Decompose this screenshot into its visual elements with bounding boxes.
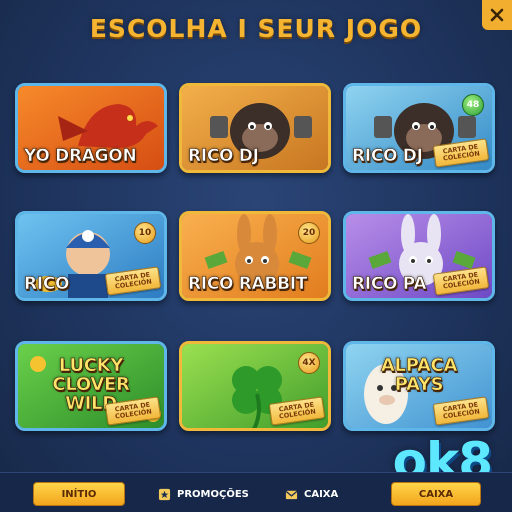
game-title: RICO: [24, 274, 70, 295]
count-badge: 48: [462, 94, 484, 116]
nav-caixa-label: CAIXA: [304, 488, 339, 500]
game-title: ALPACA PAYS: [380, 355, 458, 395]
caixa-button[interactable]: CAIXA: [391, 482, 481, 506]
game-tile[interactable]: ALPACA PAYS CARTA DE COLECIÓN: [343, 341, 495, 431]
count-badge: 4X: [298, 352, 320, 374]
gift-icon: [158, 488, 171, 500]
count-badge: 20: [298, 222, 320, 244]
game-title: RICO PA: [352, 274, 427, 295]
game-title: RICO DJ: [188, 146, 260, 167]
count-badge: 10: [134, 222, 156, 244]
game-tile[interactable]: 48 RICO DJ CARTA DE COLECIÓN: [343, 83, 495, 173]
game-tile[interactable]: RICO PA CARTA DE COLECIÓN: [343, 211, 495, 301]
game-tile[interactable]: 20 RICO RABBIT: [179, 211, 331, 301]
game-tile[interactable]: YO DRAGON: [15, 83, 167, 173]
game-tile[interactable]: 4X CARTA DE COLECIÓN: [179, 341, 331, 431]
game-title: YO DRAGON: [24, 146, 137, 167]
bottom-nav: INÍTIO PROMOÇÕES CAIXA CAIXA: [0, 472, 512, 512]
nav-inicio-button[interactable]: INÍTIO: [33, 482, 125, 506]
game-grid: YO DRAGON RICO DJ 48 RICO DJ CARTA DE COLECI…: [0, 0, 512, 440]
nav-promocoes[interactable]: PROMOÇÕES: [158, 482, 249, 506]
game-tile[interactable]: RICO DJ: [179, 83, 331, 173]
envelope-icon: [285, 490, 298, 499]
game-title: RICO RABBIT: [188, 274, 308, 295]
game-title: RICO DJ: [352, 146, 424, 167]
nav-inicio-label: INÍTIO: [61, 488, 97, 500]
game-tile[interactable]: LUCKY CLOVER WILD CARTA DE COLECIÓN: [15, 341, 167, 431]
caixa-button-label: CAIXA: [418, 488, 454, 500]
nav-caixa[interactable]: CAIXA: [285, 482, 338, 506]
game-tile[interactable]: 10 RICO CARTA DE COLECIÓN: [15, 211, 167, 301]
nav-promocoes-label: PROMOÇÕES: [177, 488, 249, 500]
